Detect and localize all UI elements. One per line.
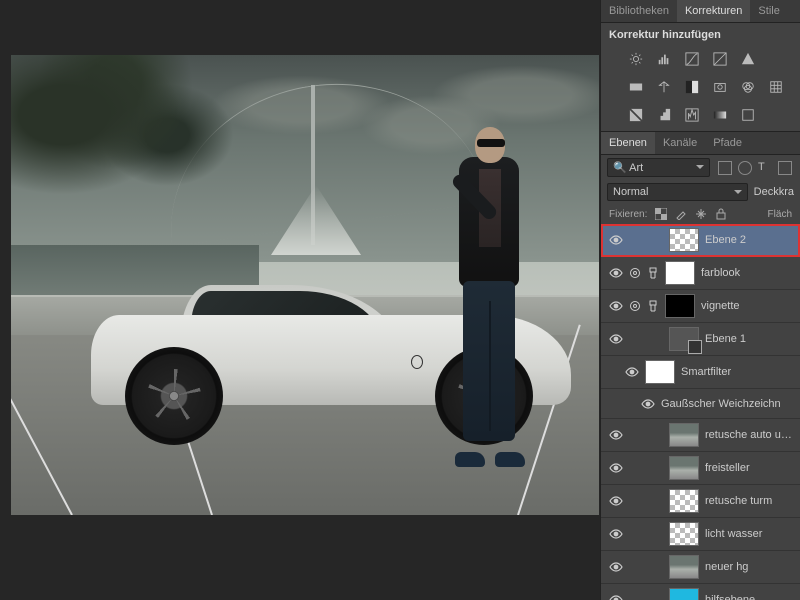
layer-name[interactable]: farblook (701, 267, 796, 279)
layer-row[interactable]: freisteller (601, 452, 800, 485)
visibility-icon[interactable] (609, 593, 623, 600)
fill-label: Fläch (768, 209, 792, 220)
vibrance-icon[interactable] (739, 51, 757, 67)
layer-name[interactable]: Ebene 1 (705, 333, 796, 345)
tab-pfade[interactable]: Pfade (705, 132, 750, 154)
layer-row[interactable]: Ebene 2 (601, 224, 800, 257)
balance-icon[interactable] (655, 79, 673, 95)
layer-thumbnail[interactable] (669, 588, 699, 600)
hue-icon[interactable] (627, 79, 645, 95)
right-panel: Bibliotheken Korrekturen Stile Korrektur… (600, 0, 800, 600)
selectivecolor-icon[interactable] (739, 107, 757, 123)
layer-row[interactable]: Ebene 1 (601, 323, 800, 356)
fx-icon[interactable] (647, 267, 659, 279)
visibility-icon[interactable] (609, 428, 623, 442)
bw-icon[interactable] (683, 79, 701, 95)
adjustment-icons-row2 (601, 75, 800, 103)
canvas-area (0, 0, 600, 600)
visibility-icon[interactable] (609, 527, 623, 541)
visibility-icon[interactable] (609, 299, 623, 313)
visibility-icon[interactable] (609, 494, 623, 508)
blend-mode-dropdown[interactable]: Normal (607, 183, 748, 201)
fx-icon[interactable] (647, 300, 659, 312)
layer-thumbnail[interactable] (669, 522, 699, 546)
colorlookup-icon[interactable] (767, 79, 785, 95)
gradientmap-icon[interactable] (711, 107, 729, 123)
tab-bibliotheken[interactable]: Bibliotheken (601, 0, 677, 22)
filter-pixel-icon[interactable] (718, 161, 732, 175)
layer-thumbnail[interactable] (665, 294, 695, 318)
visibility-icon[interactable] (609, 332, 623, 346)
posterize-icon[interactable] (655, 107, 673, 123)
layer-name[interactable]: hilfsebene (705, 594, 796, 600)
tab-stile[interactable]: Stile (750, 0, 787, 22)
link-icon[interactable] (629, 300, 641, 312)
link-icon[interactable] (629, 267, 641, 279)
levels-icon[interactable] (655, 51, 673, 67)
adjustments-title: Korrektur hinzufügen (601, 23, 800, 47)
lock-label: Fixieren: (609, 209, 647, 220)
layer-row[interactable]: neuer hg (601, 551, 800, 584)
filter-type-icons: T (716, 160, 794, 176)
lock-paint-icon[interactable] (675, 208, 687, 220)
layer-panel-tabs: Ebenen Kanäle Pfade (601, 132, 800, 155)
visibility-icon[interactable] (625, 365, 639, 379)
layer-name[interactable]: freisteller (705, 462, 796, 474)
layer-name[interactable]: retusche turm (705, 495, 796, 507)
layer-name[interactable]: licht wasser (705, 528, 796, 540)
layer-row[interactable]: Smartfilter (601, 356, 800, 389)
layer-row[interactable]: vignette (601, 290, 800, 323)
exposure-icon[interactable] (711, 51, 729, 67)
threshold-icon[interactable] (683, 107, 701, 123)
layer-row[interactable]: retusche turm (601, 485, 800, 518)
layer-thumbnail[interactable] (669, 423, 699, 447)
layer-name[interactable]: Smartfilter (681, 366, 796, 378)
layer-name[interactable]: vignette (701, 300, 796, 312)
layers-list: Ebene 2 farblook vignette Ebene 1 Smartfilte… (601, 224, 800, 600)
filter-shape-icon[interactable] (778, 161, 792, 175)
filter-adjust-icon[interactable] (738, 161, 752, 175)
adjustment-icons-row1 (601, 47, 800, 75)
layer-row[interactable]: hilfsebene (601, 584, 800, 600)
photofilter-icon[interactable] (711, 79, 729, 95)
layer-name[interactable]: retusche auto und model (705, 429, 796, 441)
layer-name[interactable]: Gaußscher Weichzeichn (661, 398, 796, 410)
layer-row[interactable]: retusche auto und model (601, 419, 800, 452)
tab-korrekturen[interactable]: Korrekturen (677, 0, 750, 22)
visibility-icon[interactable] (609, 233, 623, 247)
layer-thumbnail[interactable] (669, 456, 699, 480)
layer-row[interactable]: Gaußscher Weichzeichn (601, 389, 800, 419)
visibility-icon[interactable] (609, 461, 623, 475)
layer-thumbnail[interactable] (665, 261, 695, 285)
document-canvas[interactable] (11, 55, 599, 515)
tab-kanale[interactable]: Kanäle (655, 132, 705, 154)
layer-thumbnail[interactable] (645, 360, 675, 384)
adjustment-panel-tabs: Bibliotheken Korrekturen Stile (601, 0, 800, 23)
filter-type-icon[interactable]: T (758, 161, 772, 175)
visibility-icon[interactable] (609, 266, 623, 280)
tab-ebenen[interactable]: Ebenen (601, 132, 655, 154)
invert-icon[interactable] (627, 107, 645, 123)
layer-name[interactable]: Ebene 2 (705, 234, 796, 246)
layer-thumbnail[interactable] (669, 228, 699, 252)
visibility-icon[interactable] (609, 560, 623, 574)
lock-position-icon[interactable] (695, 208, 707, 220)
visibility-icon[interactable] (641, 397, 655, 411)
layer-thumbnail[interactable] (669, 489, 699, 513)
opacity-label: Deckkra (754, 186, 794, 198)
layer-row[interactable]: farblook (601, 257, 800, 290)
brightness-icon[interactable] (627, 51, 645, 67)
layer-row[interactable]: licht wasser (601, 518, 800, 551)
layer-thumbnail[interactable] (669, 327, 699, 351)
curves-icon[interactable] (683, 51, 701, 67)
layer-name[interactable]: neuer hg (705, 561, 796, 573)
tool-cursor (411, 355, 423, 369)
layer-thumbnail[interactable] (669, 555, 699, 579)
adjustment-icons-row3 (601, 103, 800, 131)
channelmixer-icon[interactable] (739, 79, 757, 95)
layer-filter-dropdown[interactable]: 🔍 Art (607, 158, 710, 177)
lock-all-icon[interactable] (715, 208, 727, 220)
lock-transparency-icon[interactable] (655, 208, 667, 220)
